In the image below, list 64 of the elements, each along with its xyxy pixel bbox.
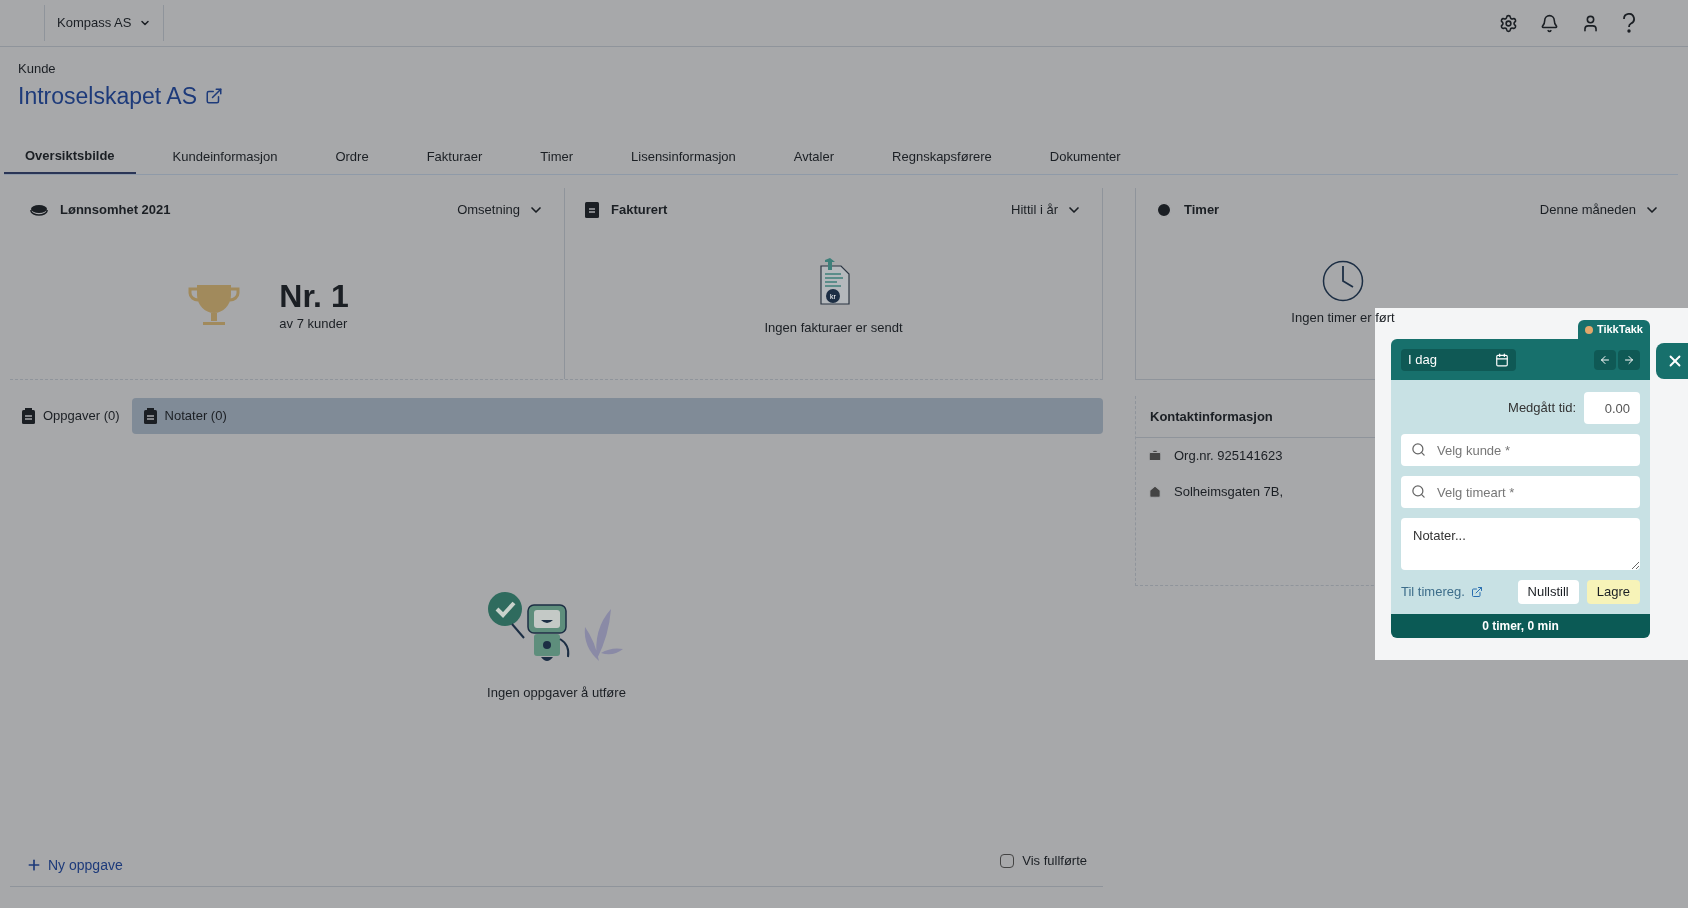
- search-icon: [1411, 484, 1426, 499]
- time-registration-link[interactable]: Til timereg.: [1401, 582, 1483, 602]
- external-link-icon[interactable]: [205, 86, 223, 105]
- notification-bell-icon[interactable]: [1540, 13, 1559, 33]
- customer-title: Introselskapet AS: [18, 81, 197, 111]
- notes-field[interactable]: Notater...: [1401, 518, 1640, 570]
- tab[interactable]: Dokumenter: [1028, 139, 1142, 174]
- empty-message: Ingen oppgaver å utføre: [487, 684, 626, 702]
- field-label: Medgått tid:: [1508, 399, 1576, 418]
- coins-icon: [30, 204, 48, 216]
- section-tab[interactable]: Notater (0): [131, 398, 1103, 434]
- card-title: Fakturert: [611, 201, 668, 220]
- card-title: Lønnsomhet 2021: [60, 201, 171, 220]
- empty-message: Ingen fakturaer er sendt: [764, 319, 903, 337]
- tab[interactable]: Oversiktsbilde: [4, 139, 136, 174]
- help-icon[interactable]: [1622, 13, 1636, 33]
- search-field[interactable]: Velg timeart *: [1401, 476, 1640, 508]
- tab[interactable]: Timer: [519, 139, 595, 174]
- home-icon: [1148, 485, 1162, 499]
- section-tab[interactable]: Oppgaver (0): [10, 398, 132, 434]
- arrow-left-icon: [1599, 353, 1611, 366]
- briefcase-icon: [1148, 449, 1162, 463]
- tab[interactable]: Fakturaer: [405, 139, 504, 174]
- next-day-button[interactable]: [1618, 349, 1640, 370]
- close-button[interactable]: [1656, 343, 1688, 379]
- total-time-bar: 0 timer, 0 min: [1391, 614, 1650, 638]
- tab[interactable]: Ordre: [314, 139, 390, 174]
- search-icon: [1411, 442, 1426, 457]
- checkbox-label: Vis fullførte: [1022, 852, 1087, 871]
- page-label: Kunde: [18, 60, 57, 78]
- show-completed-checkbox[interactable]: [1000, 854, 1015, 868]
- rank-caption: av 7 kunder: [279, 314, 349, 333]
- period-dropdown[interactable]: Omsetning: [457, 200, 544, 220]
- card-title: Timer: [1184, 201, 1220, 220]
- tab[interactable]: Lisensinformasjon: [610, 139, 757, 174]
- tab[interactable]: Regnskapsførere: [871, 139, 1013, 174]
- time-spent-field[interactable]: 0.00: [1584, 392, 1640, 424]
- empty-message: Ingen timer er ført: [1291, 309, 1395, 327]
- tab[interactable]: Avtaler: [772, 139, 856, 174]
- external-link-icon: [1470, 586, 1483, 598]
- previous-day-button[interactable]: [1594, 349, 1616, 370]
- clock-drawing: [1322, 260, 1364, 302]
- document-icon: [585, 202, 599, 218]
- settings-icon[interactable]: [1499, 13, 1518, 33]
- rank-value: Nr. 1: [279, 277, 349, 314]
- date-picker[interactable]: I dag: [1401, 348, 1516, 371]
- tikktakk-badge: TikkTakk: [1577, 320, 1650, 339]
- clipboard-icon: [22, 408, 35, 424]
- arrow-right-icon: [1623, 353, 1635, 366]
- reset-button[interactable]: Nullstill: [1517, 580, 1579, 604]
- new-task-button[interactable]: Ny oppgave: [26, 854, 123, 876]
- plus-icon: [26, 857, 42, 873]
- contact-detail: Solheimsgaten 7B,: [1174, 483, 1284, 502]
- period-dropdown[interactable]: Hittil i år: [1011, 200, 1082, 220]
- contact-detail: Org.nr. 925141623: [1174, 447, 1283, 466]
- card-title: Kontaktinformasjon: [1150, 407, 1273, 426]
- save-button[interactable]: Lagre: [1586, 580, 1640, 604]
- company-selector[interactable]: Kompass AS: [44, 5, 165, 41]
- tab[interactable]: Kundeinformasjon: [151, 139, 299, 174]
- period-dropdown[interactable]: Denne måneden: [1539, 200, 1660, 220]
- calendar-icon: [1495, 352, 1509, 367]
- search-field[interactable]: Velg kunde *: [1401, 434, 1640, 466]
- user-icon[interactable]: [1581, 13, 1600, 33]
- clipboard-icon: [143, 408, 157, 424]
